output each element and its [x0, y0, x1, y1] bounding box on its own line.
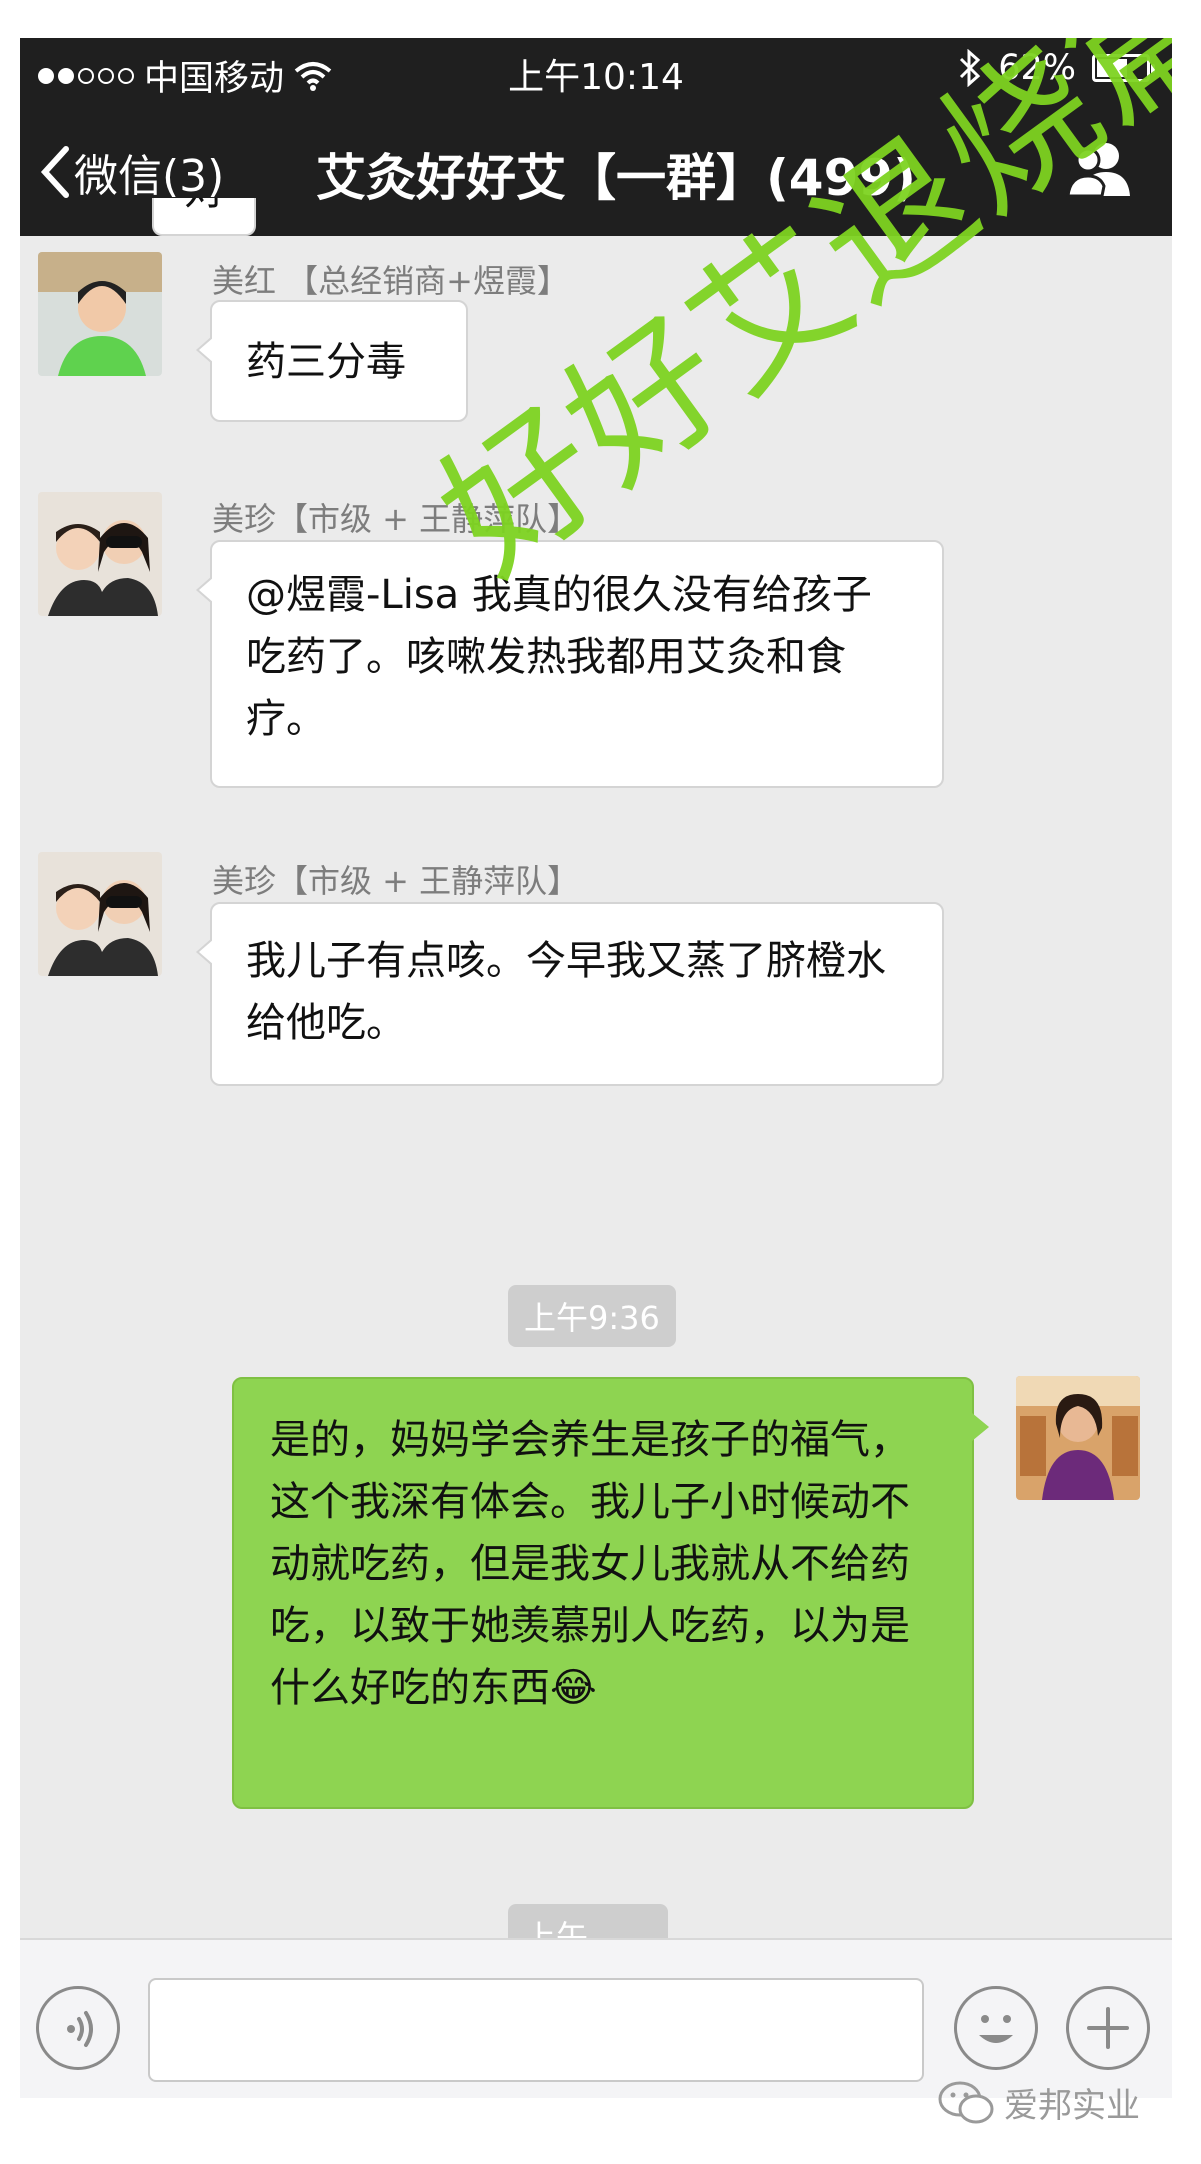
message-text: 对 — [184, 198, 224, 214]
sender-name: 美珍【市级 + 王静萍队】 — [212, 862, 580, 900]
message-text: @煜霞-Lisa 我真的很久没有给孩子吃药了。咳嗽发热我都用艾灸和食疗。 — [246, 572, 872, 742]
message-text: 是的，妈妈学会养生是孩子的福气，这个我深有体会。我儿子小时候动不动就吃药，但是我… — [270, 1417, 910, 1711]
wechat-logo-icon — [938, 2081, 994, 2123]
avatar[interactable] — [38, 492, 162, 616]
voice-button[interactable] — [36, 1986, 120, 2070]
avatar-image — [1016, 1376, 1140, 1500]
message-text: 我儿子有点咳。今早我又蒸了脐橙水给他吃。 — [246, 938, 886, 1046]
message-bubble[interactable]: @煜霞-Lisa 我真的很久没有给孩子吃药了。咳嗽发热我都用艾灸和食疗。 — [196, 540, 944, 788]
message-bubble[interactable]: 对 — [152, 198, 256, 236]
message-bubble[interactable]: 药三分毒 — [196, 300, 468, 422]
voice-icon — [67, 2011, 93, 2047]
emoji-icon — [979, 2015, 1013, 2043]
plus-icon — [1087, 2007, 1129, 2049]
emoji-button[interactable] — [954, 1986, 1038, 2070]
time-separator: 上午9:46 — [508, 1904, 668, 1938]
sender-name: 美红 【总经销商+煜霞】 — [212, 262, 569, 300]
input-bar — [20, 1938, 1172, 2098]
avatar[interactable] — [38, 852, 162, 976]
message-input[interactable] — [148, 1978, 924, 2082]
avatar[interactable] — [38, 252, 162, 376]
message-bubble[interactable]: 我儿子有点咳。今早我又蒸了脐橙水给他吃。 — [196, 902, 944, 1086]
message-bubble-self[interactable]: 是的，妈妈学会养生是孩子的福气，这个我深有体会。我儿子小时候动不动就吃药，但是我… — [232, 1377, 989, 1809]
avatar-self[interactable] — [1016, 1376, 1140, 1500]
avatar-image — [38, 252, 162, 376]
avatar-image — [38, 492, 162, 616]
brand-watermark: 爱邦实业 — [938, 2078, 1140, 2127]
chat-screen: 中国移动 上午10:14 62% 微信(3) 艾灸好好艾【一群】(499) 美红… — [20, 38, 1172, 2098]
brand-name: 爱邦实业 — [1004, 2086, 1140, 2126]
message-text: 药三分毒 — [246, 339, 406, 385]
time-separator-clip: 上午9:46 — [508, 1904, 668, 1938]
more-button[interactable] — [1066, 1986, 1150, 2070]
avatar-image — [38, 852, 162, 976]
time-separator: 上午9:36 — [508, 1285, 676, 1347]
